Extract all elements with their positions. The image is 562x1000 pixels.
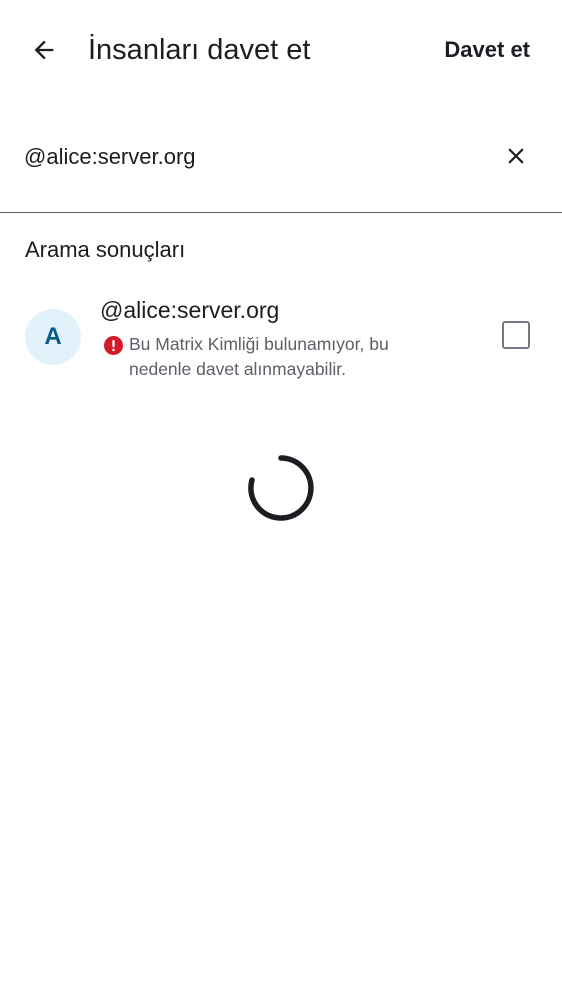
avatar: A <box>25 309 81 365</box>
close-icon <box>508 148 524 164</box>
error-icon <box>104 336 123 355</box>
search-result-item[interactable]: A @alice:server.org Bu Matrix Kimliği bu… <box>0 290 562 390</box>
loading-spinner-icon <box>248 455 314 521</box>
page-title: İnsanları davet et <box>88 34 311 66</box>
search-input[interactable] <box>24 140 464 174</box>
warning-text: Bu Matrix Kimliği bulunamıyor, bu nedenl… <box>129 334 389 379</box>
back-button[interactable] <box>22 28 66 72</box>
clear-search-button[interactable] <box>496 136 536 176</box>
invite-button[interactable]: Davet et <box>444 32 530 68</box>
result-user-id: @alice:server.org <box>100 297 280 323</box>
top-app-bar: İnsanları davet et Davet et <box>0 0 562 100</box>
search-results-heading: Arama sonuçları <box>25 237 186 262</box>
search-bar <box>0 112 562 213</box>
select-user-checkbox[interactable] <box>502 321 530 349</box>
arrow-left-icon <box>34 40 54 60</box>
